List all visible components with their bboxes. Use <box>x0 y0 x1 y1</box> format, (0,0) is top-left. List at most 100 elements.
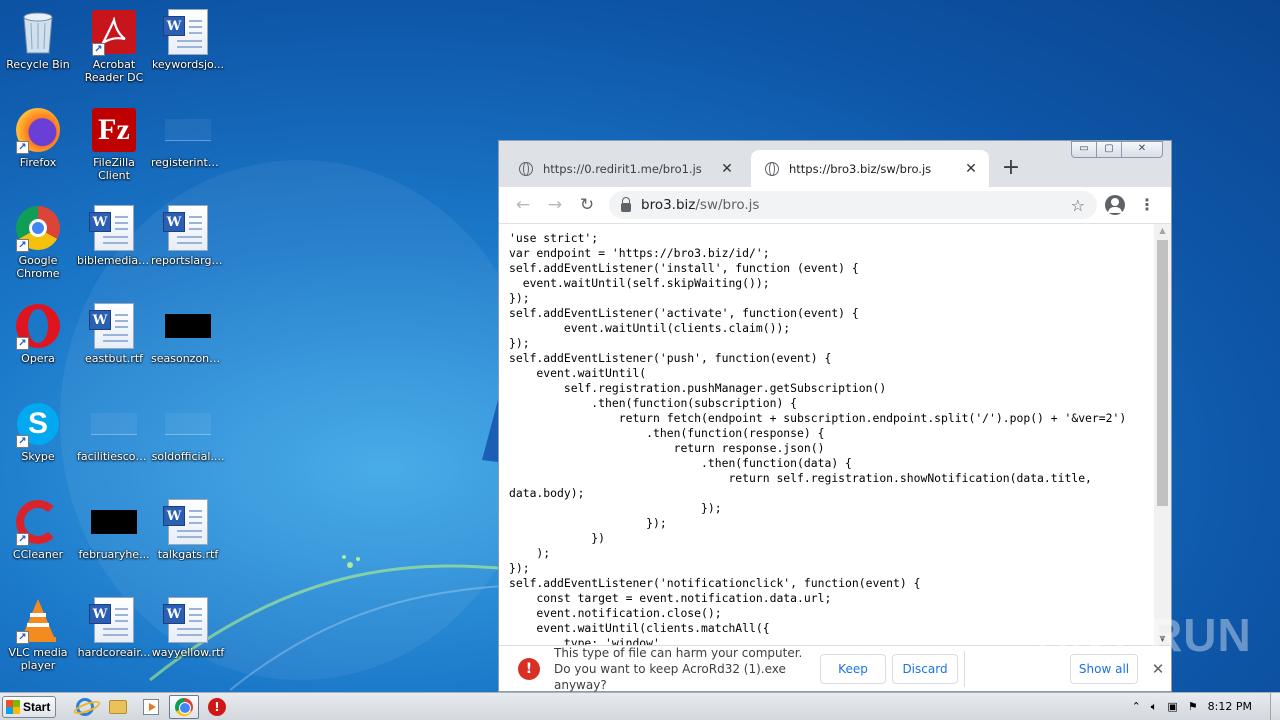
desktop-icon-label: februaryhe... <box>78 548 150 561</box>
scroll-down-icon[interactable]: ▼ <box>1154 632 1171 645</box>
ccleaner-icon: ↗ <box>14 498 62 546</box>
minimize-button[interactable]: ▭ <box>1071 141 1097 158</box>
system-tray: ⌃ 🔈︎ ▣ ⚑ 8:12 PM <box>1122 693 1280 720</box>
filezilla-icon: Fz <box>90 106 138 154</box>
back-button[interactable]: ← <box>507 191 539 219</box>
desktop-icon-label: eastbut.rtf <box>84 352 144 365</box>
desktop-icon[interactable]: S ↗ Skype <box>0 400 76 463</box>
desktop-icon[interactable]: ↗ Acrobat Reader DC <box>76 8 152 84</box>
acrobat-icon: ↗ <box>90 8 138 56</box>
desktop-icon-label: Google Chrome <box>16 254 60 280</box>
desktop-icon-label: VLC media player <box>8 646 68 672</box>
desktop-icon[interactable]: ↗ Opera <box>0 302 76 365</box>
clock[interactable]: 8:12 PM <box>1208 700 1252 713</box>
desktop-icon[interactable]: Wreportslarge... <box>150 204 226 267</box>
desktop-icon-label: CCleaner <box>12 548 64 561</box>
desktop-icon-label: Opera <box>21 352 55 365</box>
start-button[interactable]: Start <box>2 695 56 718</box>
desktop-icon-label: reportslarge... <box>151 254 226 267</box>
tab-bro3[interactable]: https://bro3.biz/sw/bro.js ✕ <box>751 150 989 187</box>
blank-file-icon <box>164 106 212 154</box>
bookmark-star-icon[interactable]: ☆ <box>1071 196 1085 215</box>
media-player-icon <box>143 698 159 715</box>
shortcut-arrow-icon: ↗ <box>16 239 29 252</box>
shortcut-arrow-icon: ↗ <box>92 43 105 56</box>
word-doc-icon: W <box>163 204 212 252</box>
desktop-icon[interactable]: februaryhe... <box>76 498 152 561</box>
account-icon[interactable] <box>1105 195 1125 215</box>
address-bar[interactable]: bro3.biz/sw/bro.js ☆ <box>609 191 1097 219</box>
close-download-bar-icon[interactable]: ✕ <box>1148 660 1168 678</box>
volume-icon[interactable]: 🔈︎ <box>1151 700 1158 714</box>
maximize-button[interactable]: ▢ <box>1096 141 1122 158</box>
desktop-icon-label: seasonzone... <box>151 352 226 365</box>
desktop-icon[interactable]: ↗ Firefox <box>0 106 76 169</box>
address-path: /sw/bro.js <box>695 197 760 213</box>
desktop-icon[interactable]: Wwayyellow.rtf <box>150 596 226 659</box>
taskbar-antivirus[interactable]: ! <box>202 695 232 719</box>
desktop-icon[interactable]: ↗ VLC media player <box>0 596 76 672</box>
discard-button[interactable]: Discard <box>892 653 958 684</box>
desktop-icon[interactable]: Fz FileZilla Client <box>76 106 152 182</box>
desktop-icon-label: facilitiescom... <box>77 450 152 463</box>
action-center-icon[interactable]: ⚑ <box>1188 700 1198 713</box>
stop-icon: ! <box>208 697 226 716</box>
desktop-icon[interactable]: facilitiescom... <box>76 400 152 463</box>
tab-close-icon[interactable]: ✕ <box>719 161 735 177</box>
desktop-icon-label: Firefox <box>19 156 57 169</box>
desktop-icon[interactable]: Whardcoreair... <box>76 596 152 659</box>
keep-button[interactable]: Keep <box>820 653 886 684</box>
desktop-icon-label: registerinte... <box>151 156 226 169</box>
tray-expand-icon[interactable]: ⌃ <box>1132 700 1141 713</box>
desktop-icon[interactable]: soldofficial.... <box>150 400 226 463</box>
tab-close-icon[interactable]: ✕ <box>963 161 979 177</box>
desktop-icon[interactable]: Wtalkgats.rtf <box>150 498 226 561</box>
blank-file-icon <box>90 400 138 448</box>
tab-redirit[interactable]: https://0.redirit1.me/bro1.js ✕ <box>505 150 745 187</box>
new-tab-button[interactable]: + <box>1001 155 1021 180</box>
skype-icon: S ↗ <box>14 400 62 448</box>
script-source: 'use strict'; var endpoint = 'https://br… <box>509 231 1127 645</box>
desktop-icon[interactable]: Wkeywordsjo... <box>150 8 226 71</box>
word-doc-icon: W <box>89 302 138 350</box>
desktop-icon[interactable]: Weastbut.rtf <box>76 302 152 365</box>
desktop-icon[interactable]: Recycle Bin <box>0 8 76 71</box>
desktop-icon[interactable]: registerinte... <box>150 106 226 169</box>
address-host: bro3.biz <box>641 197 696 213</box>
taskbar-ie[interactable] <box>70 695 100 719</box>
scroll-up-icon[interactable]: ▲ <box>1154 224 1171 238</box>
desktop-icon[interactable]: seasonzone... <box>150 302 226 365</box>
forward-button[interactable]: → <box>539 191 571 219</box>
desktop-icon-label: wayyellow.rtf <box>151 646 225 659</box>
taskbar-media-player[interactable] <box>136 695 166 719</box>
desktop-icon-label: Recycle Bin <box>6 58 70 71</box>
desktop-icon[interactable]: ↗ Google Chrome <box>0 204 76 280</box>
black-file-icon <box>164 302 212 350</box>
vertical-scrollbar[interactable]: ▲ ▼ <box>1154 224 1171 645</box>
desktop-icon[interactable]: ↗ CCleaner <box>0 498 76 561</box>
chrome-icon: ↗ <box>14 204 62 252</box>
desktop-icon[interactable]: Wbiblemedia.rtf <box>76 204 152 267</box>
warning-icon: ! <box>518 657 540 680</box>
taskbar-explorer[interactable] <box>103 695 133 719</box>
taskbar-chrome[interactable] <box>169 694 199 719</box>
show-desktop-button[interactable] <box>1270 693 1280 720</box>
word-doc-icon: W <box>163 596 212 644</box>
menu-icon[interactable]: ⋮ <box>1139 195 1155 215</box>
reload-button[interactable]: ↻ <box>571 191 603 219</box>
word-doc-icon: W <box>163 498 212 546</box>
windows-logo-icon <box>6 699 20 714</box>
folder-icon <box>109 699 127 714</box>
scroll-thumb[interactable] <box>1157 240 1168 506</box>
show-all-button[interactable]: Show all <box>1070 653 1138 684</box>
chrome-window: https://0.redirit1.me/bro1.js ✕ https://… <box>498 140 1172 692</box>
network-icon[interactable]: ▣ <box>1167 700 1177 713</box>
start-label: Start <box>23 699 51 714</box>
divider <box>964 650 965 687</box>
close-window-button[interactable]: ✕ <box>1121 141 1163 158</box>
tab-title: https://bro3.biz/sw/bro.js <box>789 161 932 176</box>
shortcut-arrow-icon: ↗ <box>16 141 29 154</box>
desktop-icon-label: Acrobat Reader DC <box>84 58 144 84</box>
opera-icon: ↗ <box>14 302 62 350</box>
globe-icon <box>765 161 779 176</box>
